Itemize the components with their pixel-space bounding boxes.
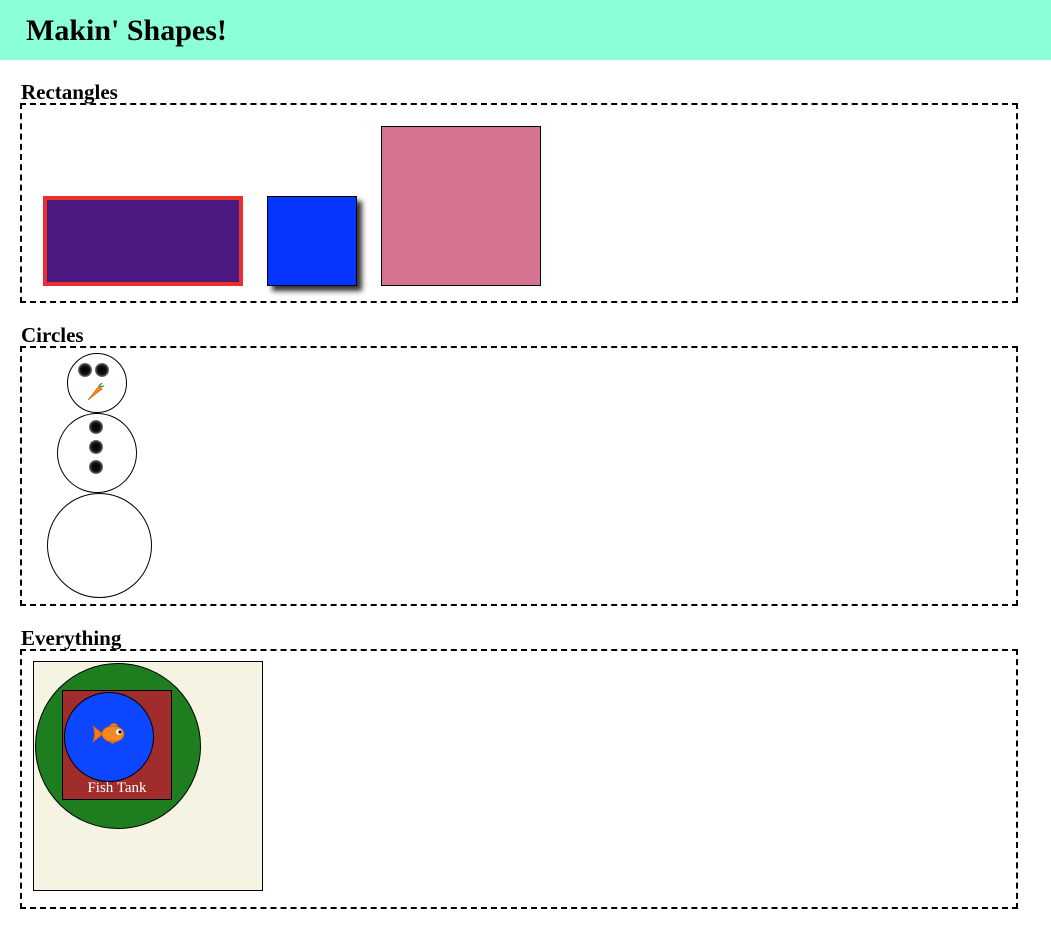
rectangles-container (20, 103, 1018, 303)
circles-title: Circles (21, 323, 84, 347)
snowman-body-bottom (47, 493, 152, 598)
goldfish-icon (92, 722, 125, 744)
page-title: Makin' Shapes! (26, 14, 227, 47)
button-icon (89, 460, 103, 474)
everything-title: Everything (21, 626, 122, 650)
blue-circle (64, 692, 154, 782)
rectangles-title: Rectangles (21, 80, 118, 104)
right-eye-icon (95, 363, 109, 377)
button-icon (89, 440, 103, 454)
fish-tank-label: Fish Tank (87, 780, 147, 796)
circles-container (20, 346, 1018, 606)
snowman-head (67, 353, 127, 413)
everything-container: Fish Tank (20, 649, 1018, 909)
page-header: Makin' Shapes! (0, 0, 1051, 60)
carrot-icon (87, 382, 105, 401)
purple-rectangle (43, 196, 243, 286)
button-icon (89, 420, 103, 434)
pink-square (381, 126, 541, 286)
left-eye-icon (78, 363, 92, 377)
snowman-body-middle (57, 413, 137, 493)
blue-square (267, 196, 357, 286)
